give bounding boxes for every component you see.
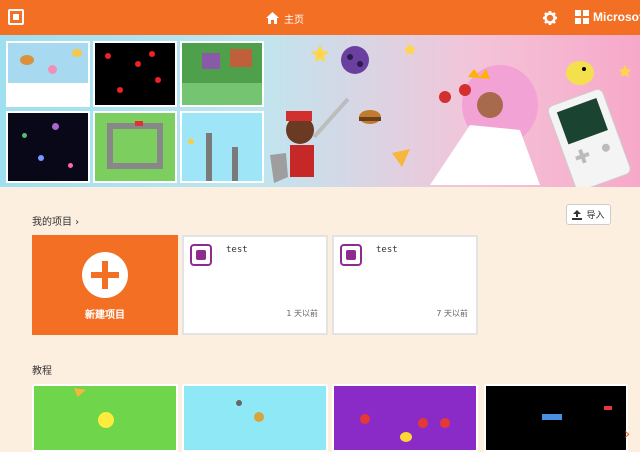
new-project-card[interactable]: 新建项目 — [32, 235, 178, 335]
project-card[interactable]: test 7 天以前 — [332, 235, 478, 335]
project-name: test — [226, 245, 248, 255]
makecode-logo-icon[interactable] — [8, 9, 24, 25]
project-card[interactable]: test 1 天以前 — [182, 235, 328, 335]
tutorial-card-space-shooter[interactable] — [484, 384, 628, 452]
import-button[interactable]: 导入 — [566, 204, 611, 225]
microsoft-logo-icon — [575, 10, 589, 24]
microsoft-link[interactable]: Microsoft — [575, 10, 640, 24]
gear-icon[interactable] — [543, 11, 557, 25]
home-label: 主页 — [284, 14, 304, 26]
new-project-label: 新建项目 — [85, 310, 125, 321]
tutorials-next-arrow-icon[interactable]: › — [624, 424, 630, 443]
import-label: 导入 — [586, 211, 605, 221]
hero-illustration — [270, 43, 631, 187]
my-projects-title[interactable]: 我的项目 › — [32, 213, 79, 228]
microsoft-brand-text: Microsoft — [593, 10, 640, 24]
hero-banner[interactable] — [0, 35, 640, 187]
top-bar: 主页 Microsoft — [0, 0, 640, 35]
game-thumbnail-racing — [93, 111, 177, 183]
project-code-icon — [340, 244, 362, 266]
project-name: test — [376, 245, 398, 255]
tutorial-card-chase-pizza[interactable] — [32, 384, 178, 452]
project-timestamp: 7 天以前 — [436, 309, 468, 318]
game-thumbnail-village — [180, 41, 264, 107]
game-thumbnail-food — [6, 41, 90, 107]
plus-icon — [82, 252, 128, 298]
project-code-icon — [190, 244, 212, 266]
project-timestamp: 1 天以前 — [286, 309, 318, 318]
tutorial-card-food-game[interactable] — [182, 384, 328, 452]
game-thumbnail-flappy — [180, 111, 264, 183]
upload-icon — [572, 209, 583, 220]
game-thumbnail-space — [6, 111, 90, 183]
home-button[interactable]: 主页 — [266, 9, 304, 27]
game-thumbnail-cherries — [93, 41, 177, 107]
tutorial-card-fruit-game[interactable] — [332, 384, 478, 452]
home-icon — [266, 12, 279, 24]
tutorials-title: 教程 — [32, 366, 52, 377]
